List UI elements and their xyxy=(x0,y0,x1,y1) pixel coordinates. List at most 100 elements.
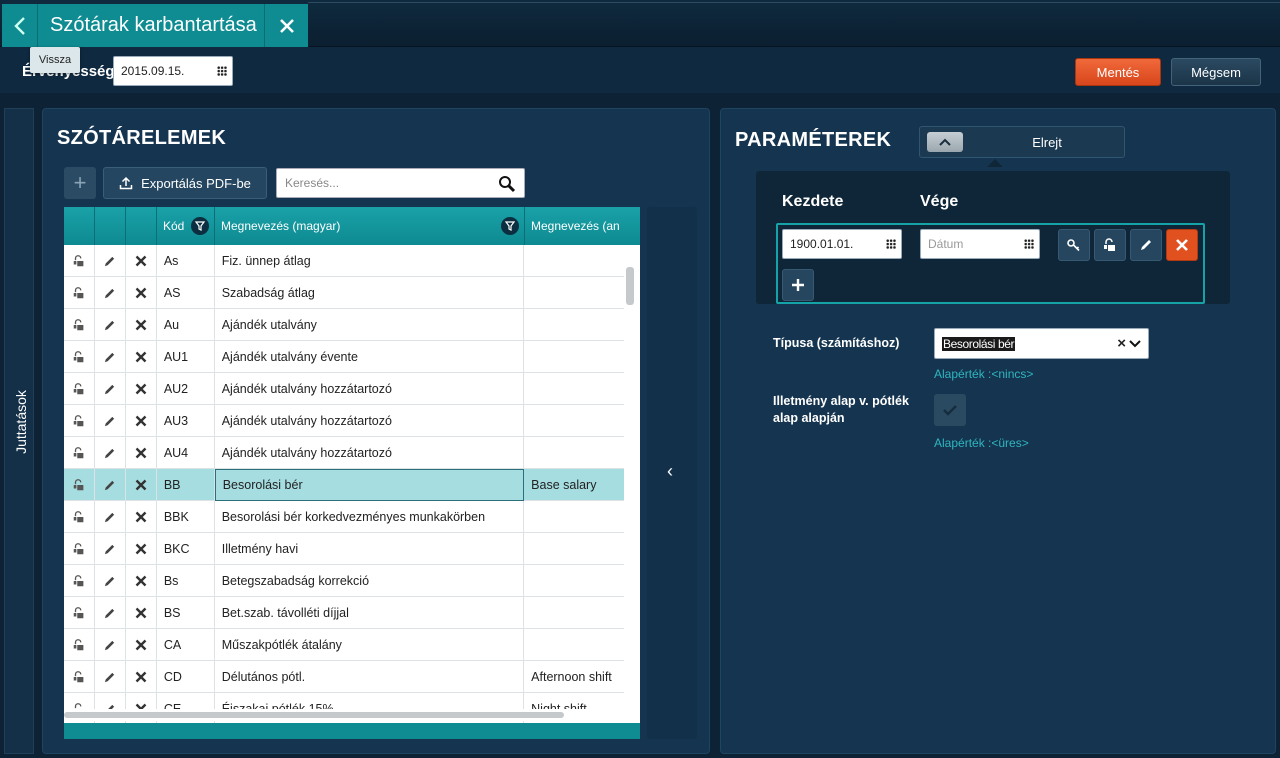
pencil-icon[interactable] xyxy=(95,405,126,437)
pencil-icon[interactable] xyxy=(95,533,126,565)
start-date-input[interactable]: 1900.01.01. xyxy=(782,229,902,259)
delete-icon[interactable] xyxy=(126,501,157,533)
clear-icon[interactable]: × xyxy=(1117,335,1126,352)
table-row[interactable]: Bs Betegszabadság korrekció xyxy=(64,565,624,597)
lookup-button[interactable] xyxy=(1058,229,1090,261)
search-icon[interactable] xyxy=(498,175,516,193)
unlock-icon[interactable] xyxy=(64,469,95,501)
table-row[interactable]: BS Bet.szab. távolléti díjjal xyxy=(64,597,624,629)
delete-icon[interactable] xyxy=(126,629,157,661)
start-date-value: 1900.01.01. xyxy=(790,237,854,251)
pencil-icon[interactable] xyxy=(95,277,126,309)
header-kod[interactable]: Kód xyxy=(157,207,215,245)
base-checkbox[interactable] xyxy=(934,394,966,426)
table-row[interactable]: BB Besorolási bér Base salary xyxy=(64,469,624,501)
search-input[interactable] xyxy=(277,169,487,197)
add-period-button[interactable] xyxy=(782,269,814,301)
table-row[interactable]: CA Műszakpótlék átalány xyxy=(64,629,624,661)
grid-rows: As Fiz. ünnep átlag AS Szabadság átlag Au Ajá… xyxy=(64,245,624,725)
unlock-icon[interactable] xyxy=(64,661,95,693)
pencil-icon[interactable] xyxy=(95,309,126,341)
export-pdf-button[interactable]: Exportálás PDF-be xyxy=(103,167,267,199)
header-name-hu[interactable]: Megnevezés (magyar) xyxy=(215,207,525,245)
table-row[interactable]: AU3 Ajándék utalvány hozzátartozó xyxy=(64,405,624,437)
unlock-icon[interactable] xyxy=(64,277,95,309)
calendar-icon[interactable] xyxy=(1024,239,1034,249)
unlock-icon[interactable] xyxy=(64,245,95,277)
delete-icon[interactable] xyxy=(126,373,157,405)
close-button[interactable] xyxy=(264,4,308,47)
delete-icon[interactable] xyxy=(126,661,157,693)
unlock-icon[interactable] xyxy=(64,373,95,405)
table-row[interactable]: AU2 Ajándék utalvány hozzátartozó xyxy=(64,373,624,405)
header-name-en[interactable]: Megnevezés (an xyxy=(525,207,640,245)
delete-icon[interactable] xyxy=(126,405,157,437)
table-row[interactable]: BBK Besorolási bér korkedvezményes munkak… xyxy=(64,501,624,533)
pencil-icon xyxy=(1141,240,1151,250)
header-action-col-2 xyxy=(95,207,126,245)
unlock-icon[interactable] xyxy=(64,405,95,437)
cancel-button[interactable]: Mégsem xyxy=(1171,58,1261,86)
edit-button[interactable] xyxy=(1130,229,1162,261)
pencil-icon[interactable] xyxy=(95,597,126,629)
cell-kod: CD xyxy=(157,661,215,693)
table-row[interactable]: AU4 Ajándék utalvány hozzátartozó xyxy=(64,437,624,469)
unlock-icon[interactable] xyxy=(64,629,95,661)
unlock-icon xyxy=(1104,238,1115,251)
cell-name-en xyxy=(524,597,624,629)
unlock-icon[interactable] xyxy=(64,533,95,565)
delete-icon[interactable] xyxy=(126,533,157,565)
table-row[interactable]: Au Ajándék utalvány xyxy=(64,309,624,341)
filter-icon[interactable] xyxy=(501,217,519,235)
pencil-icon[interactable] xyxy=(95,341,126,373)
table-row[interactable]: CD Délutános pótl. Afternoon shift xyxy=(64,661,624,693)
delete-icon[interactable] xyxy=(126,597,157,629)
end-date-input[interactable]: Dátum xyxy=(920,229,1040,259)
pencil-icon[interactable] xyxy=(95,245,126,277)
vertical-scrollbar[interactable] xyxy=(626,267,634,305)
horizontal-scrollbar[interactable] xyxy=(64,712,564,718)
filter-icon[interactable] xyxy=(191,217,209,235)
header-action-col-3 xyxy=(126,207,157,245)
unlock-icon[interactable] xyxy=(64,437,95,469)
table-row[interactable]: BKC Illetmény havi xyxy=(64,533,624,565)
type-select[interactable]: Besorolási bér × xyxy=(934,328,1149,359)
validity-date-input[interactable]: 2015.09.15. xyxy=(113,56,233,86)
table-row[interactable]: AU1 Ajándék utalvány évente xyxy=(64,341,624,373)
delete-icon[interactable] xyxy=(126,277,157,309)
unlock-button[interactable] xyxy=(1094,229,1126,261)
delete-button[interactable] xyxy=(1166,229,1198,261)
calendar-icon[interactable] xyxy=(217,66,227,76)
add-item-button[interactable]: + xyxy=(64,167,96,199)
delete-icon[interactable] xyxy=(126,565,157,597)
collapse-panel-button[interactable]: ‹ xyxy=(647,207,697,739)
unlock-icon[interactable] xyxy=(64,309,95,341)
cell-name-en xyxy=(524,245,624,277)
unlock-icon[interactable] xyxy=(64,341,95,373)
table-row[interactable]: As Fiz. ünnep átlag xyxy=(64,245,624,277)
table-row[interactable]: AS Szabadság átlag xyxy=(64,277,624,309)
delete-icon[interactable] xyxy=(126,469,157,501)
pencil-icon[interactable] xyxy=(95,501,126,533)
pencil-icon[interactable] xyxy=(95,629,126,661)
unlock-icon[interactable] xyxy=(64,597,95,629)
delete-icon[interactable] xyxy=(126,309,157,341)
pencil-icon[interactable] xyxy=(95,469,126,501)
pencil-icon[interactable] xyxy=(95,565,126,597)
delete-icon[interactable] xyxy=(126,341,157,373)
save-button[interactable]: Mentés xyxy=(1075,58,1161,86)
side-tab-benefits[interactable]: Juttatások xyxy=(4,108,34,754)
calendar-icon[interactable] xyxy=(886,239,896,249)
unlock-icon[interactable] xyxy=(64,501,95,533)
pencil-icon[interactable] xyxy=(95,373,126,405)
back-button[interactable] xyxy=(2,4,38,47)
unlock-icon[interactable] xyxy=(64,565,95,597)
delete-icon[interactable] xyxy=(126,245,157,277)
cell-name-hu: Ajándék utalvány hozzátartozó xyxy=(215,405,525,437)
end-label: Vége xyxy=(920,193,959,210)
delete-icon[interactable] xyxy=(126,437,157,469)
pencil-icon[interactable] xyxy=(95,437,126,469)
hide-button[interactable]: Elrejt xyxy=(919,126,1125,158)
chevron-down-icon[interactable] xyxy=(1128,336,1142,350)
pencil-icon[interactable] xyxy=(95,661,126,693)
